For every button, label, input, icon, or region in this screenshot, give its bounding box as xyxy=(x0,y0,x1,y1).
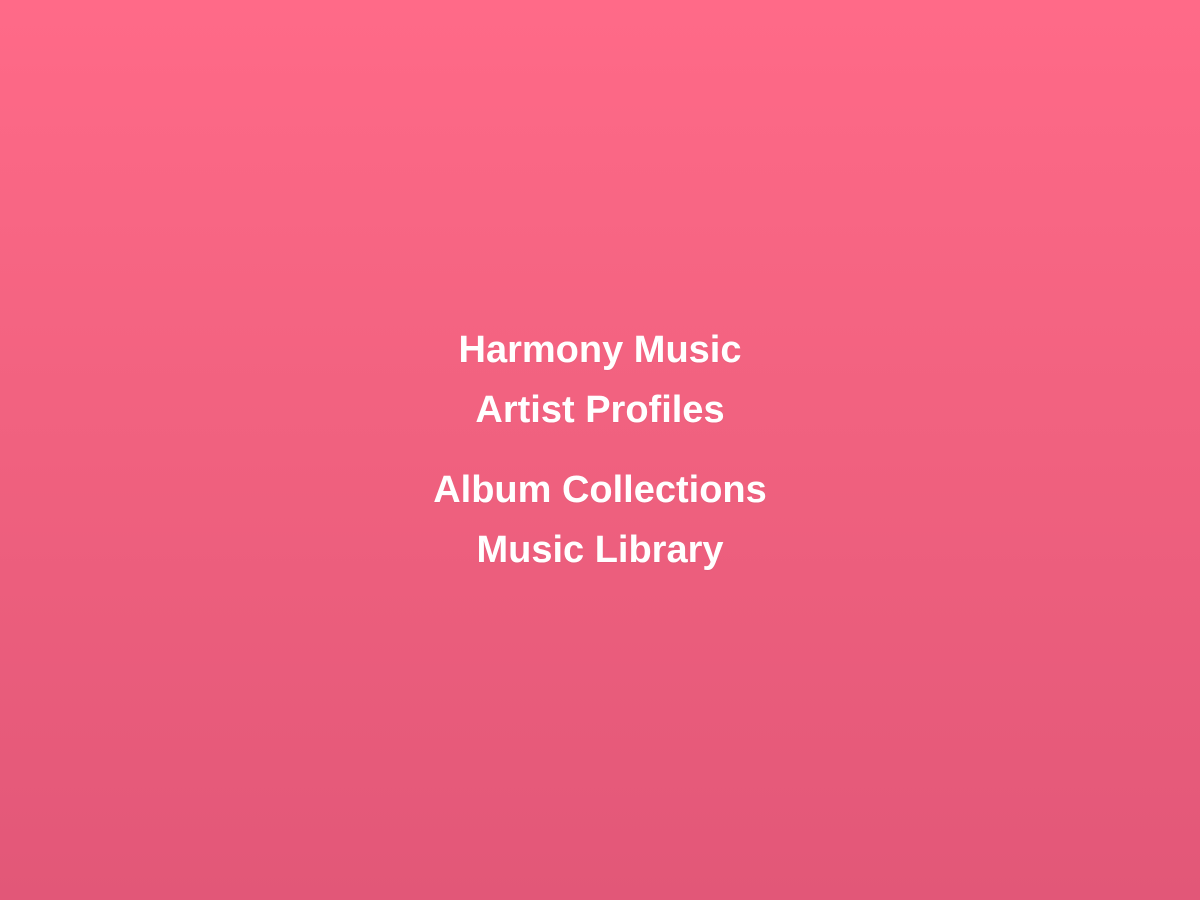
menu-item-harmony-music[interactable]: Harmony Music xyxy=(0,328,1200,372)
app-screen: Harmony Music Artist Profiles Album Coll… xyxy=(0,0,1200,900)
menu-item-music-library[interactable]: Music Library xyxy=(0,528,1200,572)
menu-item-album-collections[interactable]: Album Collections xyxy=(0,468,1200,512)
menu-item-artist-profiles[interactable]: Artist Profiles xyxy=(0,388,1200,432)
